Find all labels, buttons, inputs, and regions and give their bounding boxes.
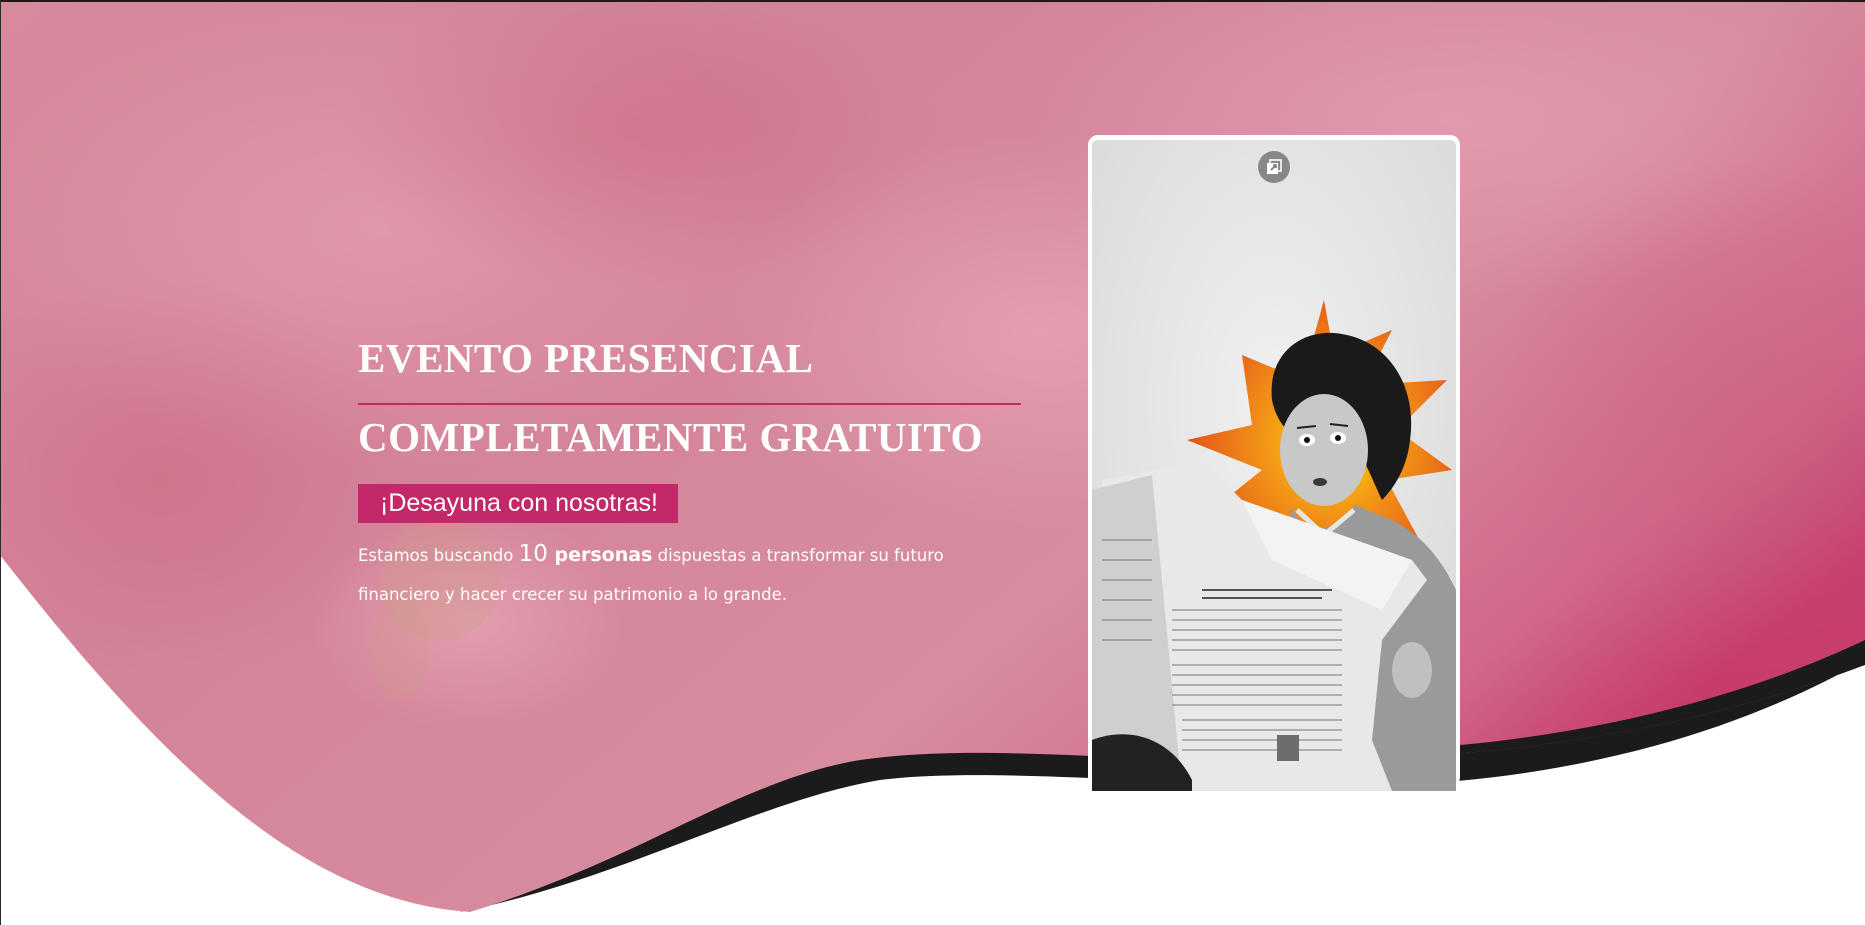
video-card[interactable]	[1088, 135, 1460, 791]
top-border	[0, 0, 1865, 2]
heading-evento-presencial: EVENTO PRESENCIAL	[358, 335, 814, 381]
description-part-1: Estamos buscando	[358, 546, 519, 565]
hero-text-block: EVENTO PRESENCIAL COMPLETAMENTE GRATUITO…	[358, 330, 1058, 631]
tagline-badge: ¡Desayuna con nosotras!	[358, 484, 678, 523]
description-bold: personas	[547, 544, 653, 566]
landing-page: EVENTO PRESENCIAL COMPLETAMENTE GRATUITO…	[0, 0, 1865, 925]
video-thumbnail	[1092, 140, 1456, 791]
expand-video-button[interactable]	[1258, 151, 1290, 183]
heading-divider	[358, 403, 1021, 405]
video-frame[interactable]	[1092, 140, 1456, 791]
expand-icon	[1267, 159, 1282, 174]
heading-completamente-gratuito: COMPLETAMENTE GRATUITO	[358, 414, 983, 460]
description-number: 10	[518, 541, 548, 567]
hero-description: Estamos buscando 10 personas dispuestas …	[358, 535, 998, 614]
left-border	[0, 0, 1, 925]
